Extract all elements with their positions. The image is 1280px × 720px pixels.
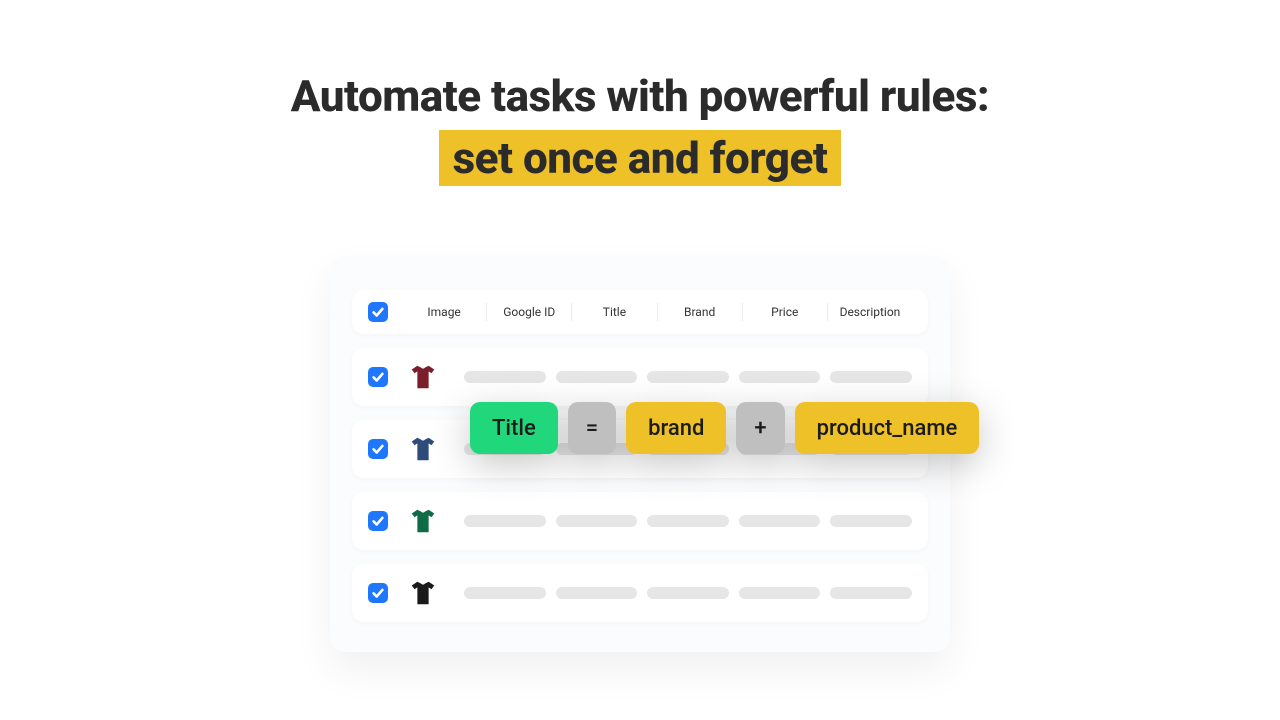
rule-token-brand[interactable]: brand [626, 402, 726, 454]
plus-chip: + [736, 402, 784, 454]
col-title: Title [572, 303, 657, 321]
row-checkbox[interactable] [368, 439, 388, 459]
table-row[interactable] [352, 348, 928, 406]
col-description: Description [828, 303, 912, 321]
product-table-panel: Image Google ID Title Brand Price Descri… [330, 256, 950, 652]
row-placeholders [464, 371, 912, 383]
tshirt-icon [406, 504, 440, 538]
col-brand: Brand [658, 303, 743, 321]
headline-line-2-highlight: set once and forget [439, 130, 842, 186]
table-row[interactable] [352, 564, 928, 622]
col-google-id: Google ID [487, 303, 572, 321]
table-header-row: Image Google ID Title Brand Price Descri… [352, 290, 928, 334]
col-price: Price [743, 303, 828, 321]
table-row[interactable] [352, 492, 928, 550]
rule-field-chip[interactable]: Title [470, 402, 558, 454]
select-all-checkbox[interactable] [368, 302, 388, 322]
tshirt-icon [406, 432, 440, 466]
row-placeholders [464, 515, 912, 527]
row-checkbox[interactable] [368, 511, 388, 531]
row-checkbox[interactable] [368, 583, 388, 603]
headline-line-1: Automate tasks with powerful rules: [0, 70, 1280, 122]
tshirt-icon [406, 360, 440, 394]
row-placeholders [464, 587, 912, 599]
tshirt-icon [406, 576, 440, 610]
rule-expression-overlay: Title = brand + product_name [470, 402, 979, 454]
rule-token-product-name[interactable]: product_name [795, 402, 980, 454]
row-checkbox[interactable] [368, 367, 388, 387]
equals-chip: = [568, 402, 616, 454]
col-image: Image [402, 303, 487, 321]
